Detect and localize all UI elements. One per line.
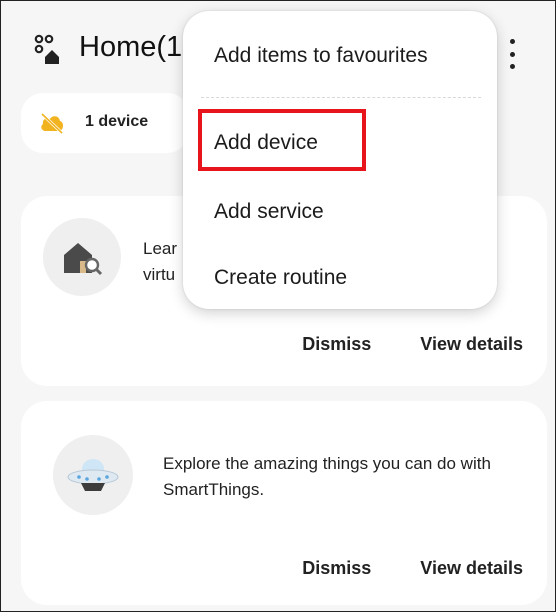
card-avatar — [53, 435, 133, 515]
card-avatar — [43, 218, 121, 296]
view-details-button[interactable]: View details — [420, 334, 523, 355]
view-details-button[interactable]: View details — [420, 558, 523, 579]
dismiss-button[interactable]: Dismiss — [302, 558, 420, 579]
location-hub-icon[interactable] — [33, 33, 63, 67]
explore-card: Explore the amazing things you can do wi… — [21, 401, 547, 605]
menu-item-create-routine[interactable]: Create routine — [214, 266, 347, 290]
highlight-box — [198, 109, 366, 171]
cloud-off-icon — [40, 112, 64, 135]
more-vertical-icon[interactable] — [505, 39, 519, 69]
card-description: Explore the amazing things you can do wi… — [163, 454, 491, 499]
home-search-icon — [64, 243, 103, 276]
menu-divider — [201, 97, 481, 98]
dismiss-button[interactable]: Dismiss — [302, 334, 420, 355]
device-count-label: 1 device — [85, 113, 149, 130]
menu-item-add-service[interactable]: Add service — [214, 200, 324, 224]
menu-item-add-favourites[interactable]: Add items to favourites — [214, 44, 428, 68]
ufo-icon — [67, 459, 119, 491]
screen-frame: Home(1 1 device Lear virtu Dismiss View … — [0, 0, 556, 612]
page-title[interactable]: Home(1 — [79, 31, 182, 64]
device-count-chip[interactable]: 1 device — [21, 93, 189, 153]
